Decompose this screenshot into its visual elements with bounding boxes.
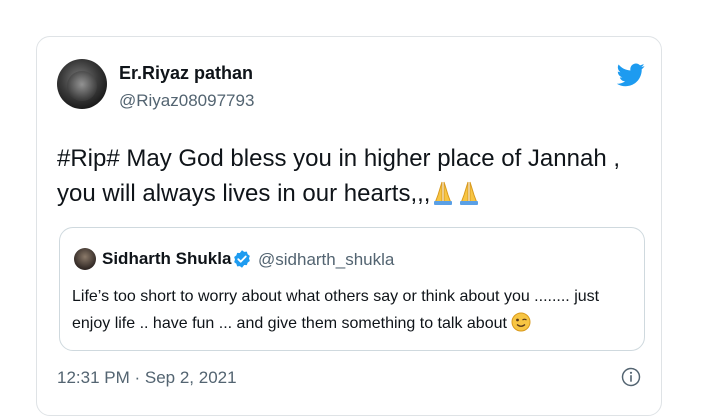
- tweet-timestamp[interactable]: 12:31 PM · Sep 2, 2021: [57, 368, 237, 388]
- winking-face-icon: [511, 312, 531, 332]
- tweet-body: #Rip# May God bless you in higher place …: [57, 145, 621, 207]
- quoted-author-handle: @sidharth_shukla: [258, 250, 395, 269]
- folded-hands-icon: [434, 181, 453, 205]
- info-icon[interactable]: [621, 367, 641, 387]
- tweet-text: #Rip# May God bless you in higher place …: [57, 141, 647, 211]
- author-handle[interactable]: @Riyaz08097793: [119, 91, 254, 111]
- twitter-bird-icon[interactable]: [617, 63, 645, 87]
- verified-badge-icon: [234, 250, 250, 268]
- author-avatar[interactable]: [57, 59, 107, 109]
- tweet-card[interactable]: Er.Riyaz pathan @Riyaz08097793 #Rip# May…: [36, 36, 662, 416]
- quoted-author-avatar: [74, 248, 96, 270]
- quoted-tweet[interactable]: Sidharth Shukla @sidharth_shukla Life’s …: [59, 227, 645, 351]
- quoted-author-name: Sidharth Shukla: [102, 249, 232, 268]
- quoted-tweet-text: Life’s too short to worry about what oth…: [72, 283, 632, 337]
- folded-hands-icon: [460, 181, 479, 205]
- author-display-name[interactable]: Er.Riyaz pathan: [119, 63, 253, 84]
